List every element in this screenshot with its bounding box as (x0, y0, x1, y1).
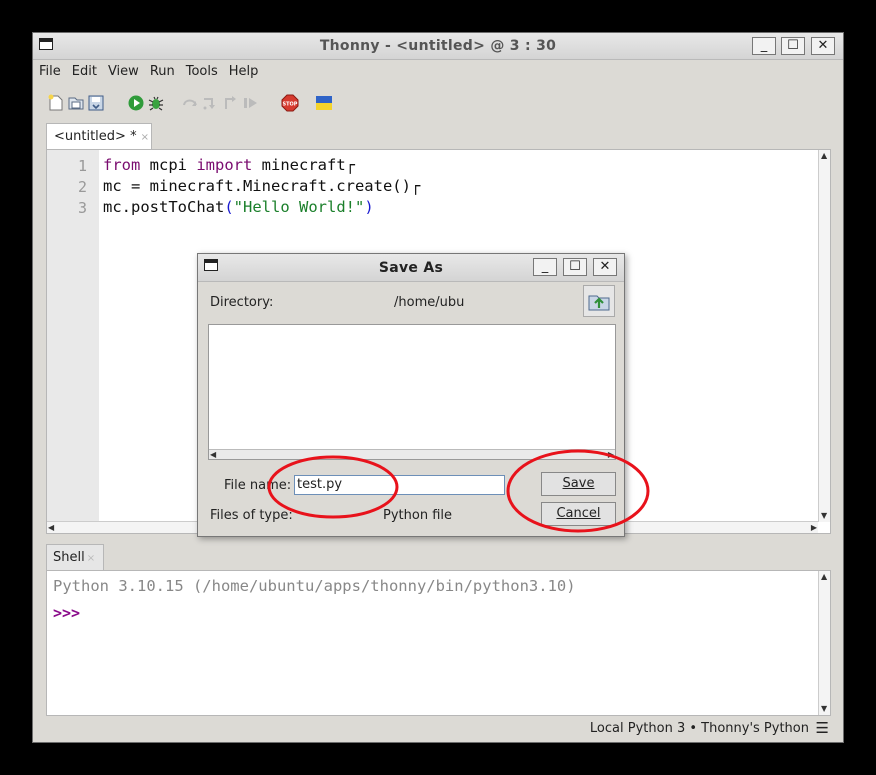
new-file-icon[interactable] (47, 94, 65, 112)
open-file-icon[interactable] (67, 94, 85, 112)
run-icon[interactable] (127, 94, 145, 112)
save-file-icon[interactable] (87, 94, 105, 112)
code-line[interactable]: from mcpi import minecraft┌ (103, 156, 355, 174)
stop-icon[interactable]: STOP (281, 94, 299, 112)
ukraine-flag-icon[interactable] (315, 94, 333, 112)
menu-help[interactable]: Help (223, 60, 264, 79)
step-out-icon (225, 96, 236, 109)
save-as-dialog: Save As _ ☐ ✕ Directory: /home/ubu ◀ ▶ Fi… (197, 253, 625, 537)
title-bar[interactable]: Thonny - <untitled> @ 3 : 30 _ ☐ ✕ (33, 33, 843, 60)
file-list-scrollbar[interactable]: ◀ ▶ (209, 449, 615, 459)
code-token: mc = minecraft.Minecraft.create() (103, 177, 411, 195)
window-title: Thonny - <untitled> @ 3 : 30 (319, 38, 557, 54)
code-token: ┌ (410, 177, 421, 195)
dialog-maximize-button[interactable]: ☐ (563, 258, 587, 276)
code-token: mcpi (140, 156, 197, 174)
code-token: minecraft (252, 156, 346, 174)
shell-prompt: >>> (53, 604, 81, 622)
save-button-label: Save (562, 476, 595, 491)
line-number: 3 (77, 199, 87, 217)
tab-untitled[interactable]: <untitled> * × (46, 123, 152, 149)
dialog-title-bar[interactable]: Save As _ ☐ ✕ (198, 254, 624, 282)
menu-tools[interactable]: Tools (180, 60, 223, 79)
cancel-button-label: Cancel (556, 506, 601, 521)
close-button[interactable]: ✕ (811, 37, 835, 55)
file-name-label: File name: (224, 478, 292, 493)
file-name-input[interactable]: test.py (294, 475, 505, 495)
step-into-icon (203, 98, 215, 110)
dialog-close-button[interactable]: ✕ (593, 258, 617, 276)
dialog-minimize-button[interactable]: _ (533, 258, 557, 276)
tab-label: <untitled> * (54, 129, 137, 144)
shell-panel[interactable]: Python 3.10.15 (/home/ubuntu/apps/thonny… (46, 570, 831, 716)
menu-bar: File Edit View Run Tools Help (33, 60, 843, 86)
code-token: ) (364, 198, 374, 216)
code-line[interactable]: mc.postToChat("Hello World!") (103, 198, 374, 216)
code-token: import (196, 156, 253, 174)
shell-banner: Python 3.10.15 (/home/ubuntu/apps/thonny… (53, 577, 576, 595)
file-list[interactable]: ◀ ▶ (208, 324, 616, 460)
status-bar: Local Python 3 • Thonny's Python ☰ (33, 717, 843, 741)
code-token: ( (224, 198, 234, 216)
code-token: "Hello World!" (233, 198, 365, 216)
interpreter-status[interactable]: Local Python 3 • Thonny's Python (590, 721, 809, 736)
tab-shell[interactable]: Shell × (46, 544, 104, 570)
menu-run[interactable]: Run (144, 60, 180, 79)
cancel-button[interactable]: Cancel (541, 502, 616, 526)
code-token: ┌ (345, 156, 355, 174)
line-number: 2 (77, 178, 87, 196)
line-number: 1 (77, 157, 87, 175)
step-over-icon (183, 99, 197, 106)
parent-directory-button[interactable] (583, 285, 615, 317)
tab-close-icon[interactable]: × (141, 132, 149, 143)
editor-vertical-scrollbar[interactable]: ▲ ▼ (818, 150, 830, 522)
resume-icon (244, 98, 257, 108)
save-button[interactable]: Save (541, 472, 616, 496)
directory-value[interactable]: /home/ubu (394, 295, 464, 310)
shell-tab-label: Shell (53, 550, 85, 565)
code-token: mc.postToChat (103, 198, 225, 216)
code-line[interactable]: mc = minecraft.Minecraft.create()┌ (103, 177, 420, 195)
code-token: from (103, 156, 141, 174)
files-of-type-value[interactable]: Python file (383, 508, 452, 523)
shell-vertical-scrollbar[interactable]: ▲ ▼ (818, 571, 830, 715)
status-menu-icon[interactable]: ☰ (816, 719, 829, 737)
menu-file[interactable]: File (33, 60, 66, 79)
directory-label: Directory: (210, 295, 274, 310)
folder-up-icon (588, 295, 610, 311)
menu-view[interactable]: View (102, 60, 144, 79)
files-of-type-label: Files of type: (210, 508, 293, 523)
debug-icon[interactable] (147, 94, 165, 112)
shell-tab-close-icon[interactable]: × (87, 553, 95, 564)
maximize-button[interactable]: ☐ (781, 37, 805, 55)
menu-edit[interactable]: Edit (66, 60, 102, 79)
dialog-title: Save As (378, 260, 444, 276)
svg-text:STOP: STOP (283, 102, 298, 108)
minimize-button[interactable]: _ (752, 37, 776, 55)
